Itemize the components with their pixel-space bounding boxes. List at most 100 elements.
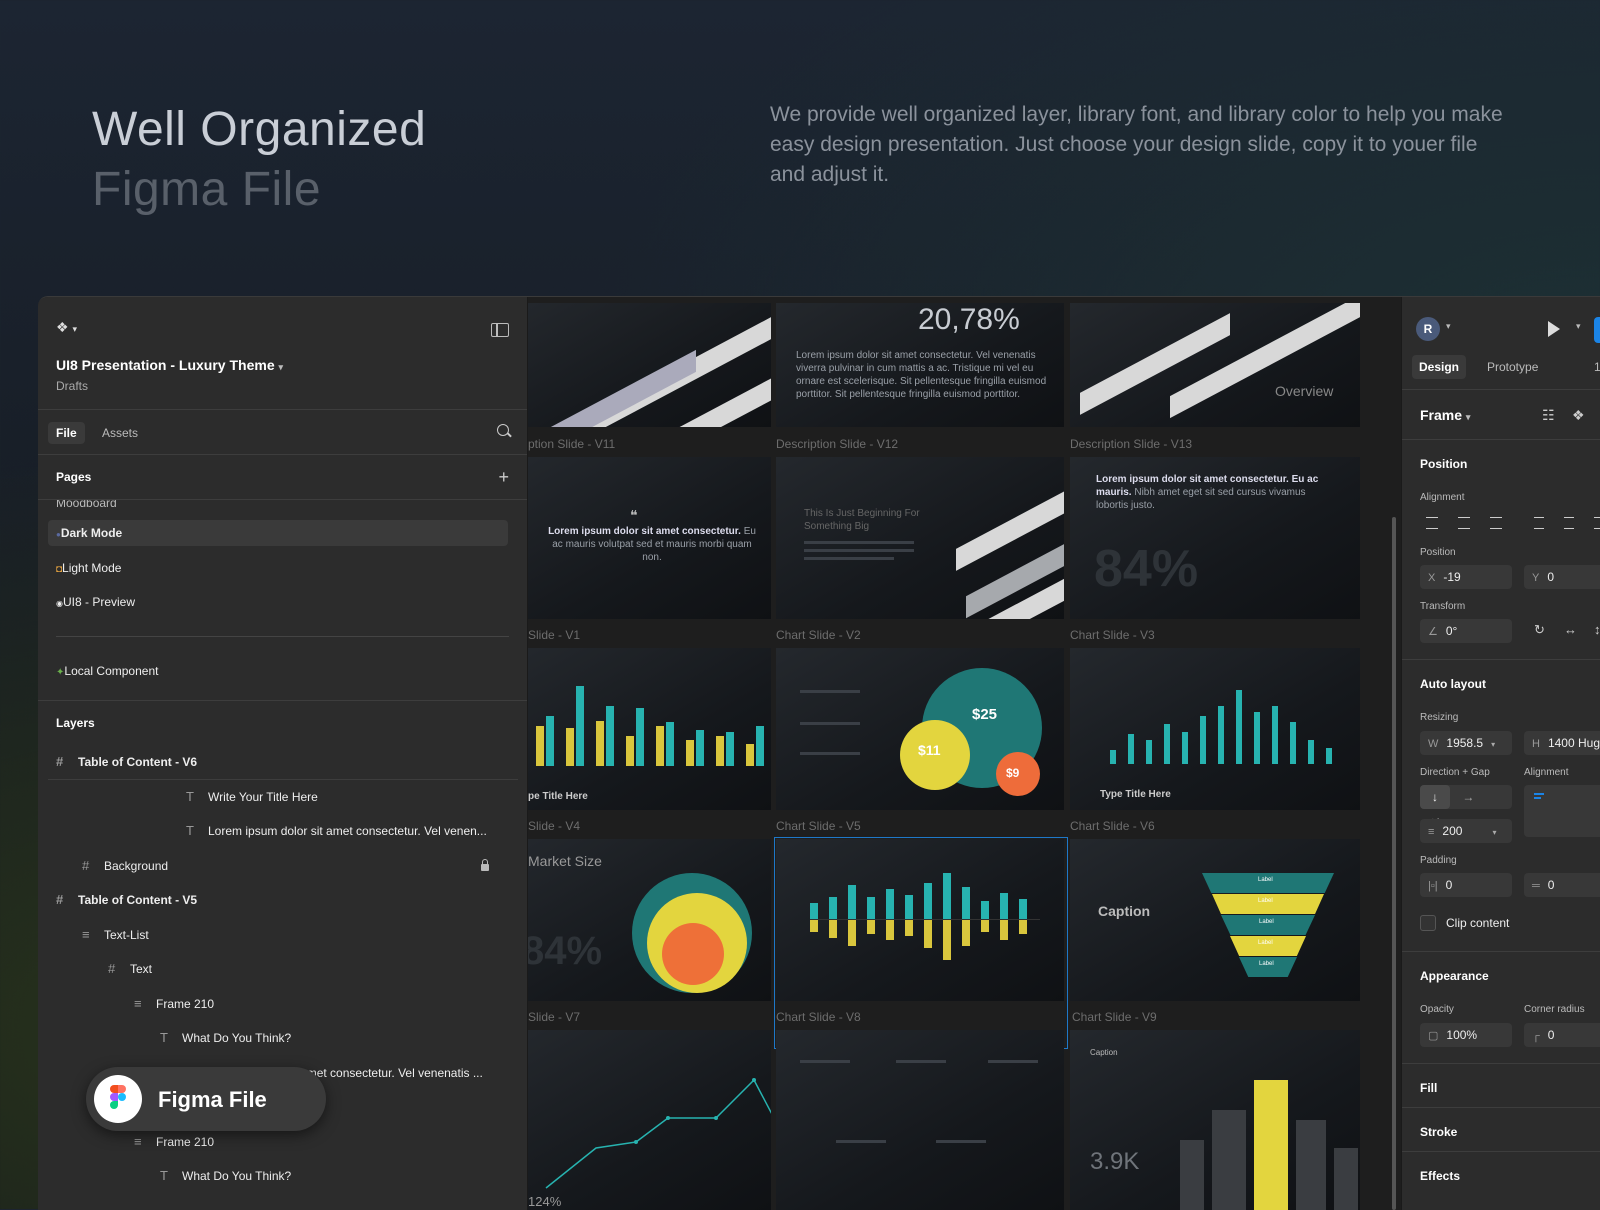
- corner-radius-field[interactable]: ┌ 0: [1524, 1023, 1600, 1047]
- slide-thumbnail[interactable]: Caption Label Label Label Label Label: [1070, 839, 1360, 1001]
- slide-thumbnail[interactable]: Market Size 84%: [528, 839, 771, 1001]
- slide-label: Slide - V1: [528, 628, 581, 642]
- chevron-down-icon[interactable]: ▾: [1576, 321, 1581, 332]
- layer-row[interactable]: # Text: [108, 952, 152, 986]
- slide-thumbnail[interactable]: $25 $11 $9: [776, 648, 1064, 810]
- figma-menu-button[interactable]: ❖ ▾: [56, 319, 77, 336]
- slide-thumbnail[interactable]: [528, 303, 771, 427]
- layer-row[interactable]: # Table of Content - V5: [56, 883, 197, 917]
- sidebar-toggle-icon[interactable]: [491, 323, 509, 337]
- slide-thumbnail[interactable]: Caption 3.9K: [1070, 1030, 1360, 1210]
- alignment-grid[interactable]: [1524, 785, 1600, 837]
- flip-vertical-icon[interactable]: ↕: [1594, 622, 1600, 637]
- slide-thumbnail[interactable]: 124%: [528, 1030, 771, 1210]
- transform-label: Transform: [1420, 601, 1466, 612]
- slide-label: Description Slide - V13: [1070, 437, 1193, 451]
- align-left-icon[interactable]: [1426, 517, 1438, 529]
- stroke-heading[interactable]: Stroke: [1420, 1125, 1457, 1139]
- text-icon: T: [186, 823, 194, 838]
- pages-heading: Pages: [56, 470, 92, 484]
- padding-vertical-field[interactable]: ═ 0: [1524, 873, 1600, 897]
- arrow-down-icon[interactable]: ↓: [1420, 785, 1450, 809]
- rotate-icon[interactable]: ↻: [1534, 622, 1545, 638]
- flip-horizontal-icon[interactable]: ↔: [1564, 622, 1577, 637]
- slide-thumbnail[interactable]: pe Title Here: [528, 648, 771, 810]
- share-button[interactable]: [1594, 317, 1600, 343]
- width-field[interactable]: W 1958.5 ▾: [1420, 731, 1512, 755]
- page-item-light-mode[interactable]: ◘Light Mode: [48, 555, 508, 581]
- add-page-icon[interactable]: +: [498, 467, 509, 488]
- clip-content-label: Clip content: [1446, 916, 1510, 930]
- pages-list: Moodboard ●Dark Mode ◘Light Mode ◉UI8 - …: [38, 499, 527, 700]
- frame-icon: #: [56, 754, 64, 769]
- zoom-level[interactable]: 1: [1594, 360, 1600, 374]
- slide-label: Chart Slide - V9: [1072, 1010, 1157, 1024]
- page-item-local-component[interactable]: ✦Local Component: [48, 658, 508, 684]
- position-heading: Position: [1420, 457, 1468, 471]
- tab-assets[interactable]: Assets: [94, 422, 146, 444]
- slide-thumbnail[interactable]: This Is Just Beginning For Something Big: [776, 457, 1064, 619]
- height-field[interactable]: H 1400 Hug: [1524, 731, 1600, 755]
- arrow-right-icon[interactable]: →: [1453, 785, 1483, 809]
- x-position-field[interactable]: X -19: [1420, 565, 1512, 589]
- align-right-icon[interactable]: [1490, 517, 1502, 529]
- search-icon[interactable]: [497, 424, 509, 436]
- layer-row[interactable]: ≡ Text-List: [82, 918, 149, 952]
- rotation-field[interactable]: ∠ 0°: [1420, 619, 1512, 643]
- layer-row[interactable]: T Lorem ipsum dolor sit amet consectetur.…: [186, 814, 487, 848]
- direction-gap-label: Direction + Gap: [1420, 767, 1490, 778]
- frame-icon: #: [108, 961, 116, 976]
- tab-file[interactable]: File: [48, 422, 85, 444]
- page-item-dark-mode[interactable]: ●Dark Mode: [48, 520, 508, 546]
- grid-icon[interactable]: ☷: [1542, 407, 1555, 424]
- left-panel: ❖ ▾ UI8 Presentation - Luxury Theme ▾ Dr…: [38, 297, 528, 1210]
- auto-layout-heading: Auto layout: [1420, 677, 1486, 691]
- slide-thumbnail[interactable]: ❝ Lorem ipsum dolor sit amet consectetur…: [528, 457, 771, 619]
- layer-row[interactable]: # Background: [82, 849, 168, 883]
- layer-row[interactable]: # Table of Content - V6: [56, 745, 197, 779]
- tab-prototype[interactable]: Prototype: [1480, 355, 1545, 379]
- y-position-field[interactable]: Y0: [1524, 565, 1600, 589]
- effects-heading[interactable]: Effects: [1420, 1169, 1460, 1183]
- file-title: UI8 Presentation - Luxury Theme: [56, 357, 275, 373]
- page-item-ui8-preview[interactable]: ◉UI8 - Preview: [48, 589, 508, 615]
- direction-toggle[interactable]: ↓ → ↩: [1420, 785, 1512, 828]
- canvas[interactable]: 20,78% Lorem ipsum dolor sit amet consec…: [528, 297, 1400, 1210]
- slide-thumbnail[interactable]: [776, 1030, 1064, 1210]
- layer-row[interactable]: T What Do You Think?: [160, 1159, 291, 1193]
- funnel-label: Label: [1259, 961, 1274, 967]
- slide-thumbnail[interactable]: Overview: [1070, 303, 1360, 427]
- layer-row[interactable]: T Write Your Title Here: [186, 780, 318, 814]
- opacity-field[interactable]: ▢ 100%: [1420, 1023, 1512, 1047]
- avatar[interactable]: R: [1416, 317, 1440, 341]
- fill-heading[interactable]: Fill: [1420, 1081, 1437, 1095]
- right-panel: R ▾ ▾ Design Prototype 1 Frame ▾ ☷ ❖ Pos…: [1401, 297, 1600, 1210]
- play-icon[interactable]: [1548, 321, 1560, 337]
- lock-icon[interactable]: [481, 859, 489, 871]
- align-center-icon[interactable]: [1458, 517, 1470, 529]
- layer-row[interactable]: T What Do You Think?: [160, 1021, 291, 1055]
- align-middle-icon[interactable]: [1564, 517, 1574, 529]
- slide-thumbnail[interactable]: 20,78% Lorem ipsum dolor sit amet consec…: [776, 303, 1064, 427]
- file-title-button[interactable]: UI8 Presentation - Luxury Theme ▾: [56, 357, 283, 373]
- frame-type-dropdown[interactable]: Frame ▾: [1420, 407, 1470, 423]
- align-top-icon[interactable]: [1534, 517, 1544, 529]
- slide-caption: Caption: [1090, 1048, 1118, 1057]
- layer-row[interactable]: ≡ Frame 210: [134, 987, 214, 1021]
- page-item-moodboard[interactable]: Moodboard: [48, 500, 508, 516]
- padding-horizontal-field[interactable]: |▫| 0: [1420, 873, 1512, 897]
- component-icon[interactable]: ❖: [1572, 407, 1585, 424]
- badge-label: Figma File: [158, 1087, 267, 1112]
- slide-thumbnail[interactable]: Type Title Here: [1070, 648, 1360, 810]
- funnel-label: Label: [1258, 898, 1273, 904]
- slide-stat: 84%: [1094, 540, 1199, 598]
- chevron-down-icon[interactable]: ▾: [1446, 321, 1451, 332]
- slide-thumbnail[interactable]: Lorem ipsum dolor sit amet consectetur. …: [1070, 457, 1360, 619]
- funnel-chart: Label Label Label Label Label: [1202, 873, 1334, 979]
- canvas-scrollbar[interactable]: [1392, 517, 1396, 1210]
- corner-value: 0: [1547, 1028, 1555, 1042]
- tab-design[interactable]: Design: [1412, 355, 1467, 379]
- clip-content-checkbox[interactable]: [1420, 915, 1436, 931]
- align-bottom-icon[interactable]: [1594, 517, 1600, 529]
- gap-field[interactable]: ≡ 200 ▾: [1420, 819, 1512, 843]
